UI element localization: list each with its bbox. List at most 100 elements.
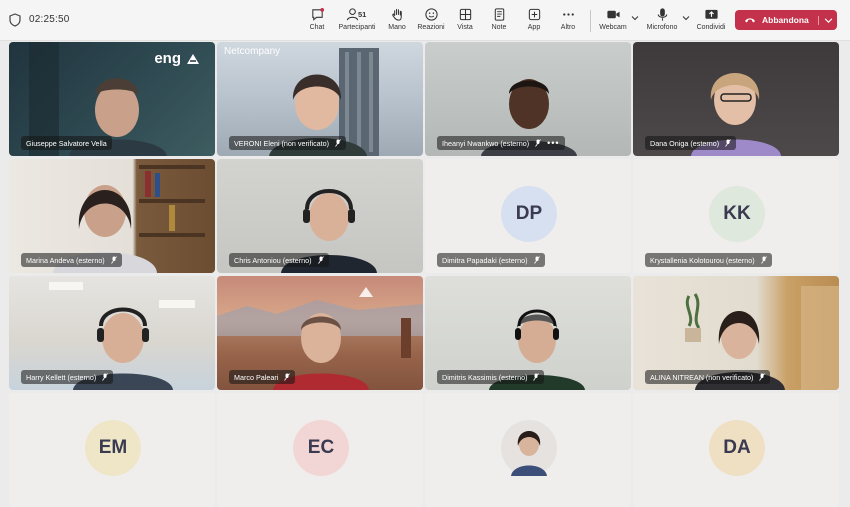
meeting-toolbar: 02:25:50 Chat 51 Partecipanti Mano Reazi… xyxy=(0,0,850,41)
apps-button[interactable]: App xyxy=(524,7,544,35)
participant-video-tile[interactable]: Iheanyi Nwankwo (esterno) ••• xyxy=(425,42,631,156)
participant-avatar-tile[interactable]: KK Krystallenia Kolotourou (esterno) xyxy=(633,159,839,273)
participant-name-tag: Chris Antoniou (esterno) xyxy=(229,253,329,267)
leave-button[interactable]: Abbandona xyxy=(735,10,837,30)
participant-name: Dimitra Papadaki (esterno) xyxy=(442,255,528,265)
participant-name: Giuseppe Salvatore Vella xyxy=(26,138,107,148)
initials-avatar: EM xyxy=(85,420,141,476)
participant-count: 51 xyxy=(358,10,367,19)
participant-name: Harry Kellett (esterno) xyxy=(26,372,97,382)
participants-button[interactable]: 51 Partecipanti xyxy=(336,7,378,35)
hand-icon xyxy=(391,8,402,21)
participant-avatar-tile[interactable]: DP Dimitra Papadaki (esterno) xyxy=(425,159,631,273)
participant-video-tile[interactable]: Dana Oniga (esterno) xyxy=(633,42,839,156)
shield-icon[interactable] xyxy=(9,13,21,27)
apps-label: App xyxy=(527,24,541,31)
chat-label: Chat xyxy=(309,24,325,31)
webcam-button[interactable]: Webcam xyxy=(598,7,628,35)
microphone-icon xyxy=(657,8,667,21)
participant-avatar-tile[interactable]: EC xyxy=(217,393,423,507)
view-button[interactable]: Vista xyxy=(455,7,475,35)
webcam-label: Webcam xyxy=(599,24,627,31)
mic-muted-icon xyxy=(533,373,540,381)
microphone-button[interactable]: Microfono xyxy=(644,7,680,35)
chat-icon xyxy=(311,7,324,21)
raise-hand-button[interactable]: Mano xyxy=(386,7,408,35)
mic-muted-icon xyxy=(102,373,109,381)
participant-name-tag: Harry Kellett (esterno) xyxy=(21,370,114,384)
camera-icon xyxy=(606,10,620,19)
participant-video-tile[interactable]: Marina Andeva (esterno) xyxy=(9,159,215,273)
participant-video-tile[interactable]: Harry Kellett (esterno) xyxy=(9,276,215,390)
smiley-icon xyxy=(424,8,438,21)
mic-muted-icon xyxy=(760,256,767,264)
call-timer: 02:25:50 xyxy=(29,14,70,25)
ellipsis-icon xyxy=(562,13,574,16)
mic-muted-icon xyxy=(317,256,324,264)
initials-avatar: DP xyxy=(501,186,557,242)
mic-muted-icon xyxy=(725,139,731,147)
notes-button[interactable]: Note xyxy=(489,7,509,35)
participant-name: VERONI Eleni (non verificato) xyxy=(234,138,330,148)
leave-options-chevron-icon[interactable] xyxy=(818,16,833,25)
participant-name-tag: Marina Andeva (esterno) xyxy=(21,253,122,267)
microphone-label: Microfono xyxy=(646,24,678,31)
phone-hangup-icon xyxy=(745,18,755,23)
participant-name-tag: ALINA NITREAN (non verificato) xyxy=(645,370,771,384)
participant-name: Marco Paleari xyxy=(234,372,279,382)
company-logo: eng xyxy=(154,50,181,67)
participant-name: ALINA NITREAN (non verificato) xyxy=(650,372,754,382)
participant-name: Dana Oniga (esterno) xyxy=(650,138,720,148)
company-logo: Netcompany xyxy=(224,46,281,57)
raise-hand-label: Mano xyxy=(388,24,406,31)
participant-video-tile[interactable]: ALINA NITREAN (non verificato) xyxy=(633,276,839,390)
participant-avatar-tile[interactable]: EM xyxy=(9,393,215,507)
share-screen-icon xyxy=(704,9,718,19)
mic-muted-icon xyxy=(335,139,341,147)
toolbar-divider xyxy=(590,10,591,32)
add-app-icon xyxy=(528,8,540,21)
participant-name-tag: Dimitra Papadaki (esterno) xyxy=(437,253,545,267)
participant-video-tile[interactable]: Dimitris Kassimis (esterno) xyxy=(425,276,631,390)
participant-name: Marina Andeva (esterno) xyxy=(26,255,105,265)
participants-label: Partecipanti xyxy=(338,24,376,31)
participant-name-tag: Giuseppe Salvatore Vella xyxy=(21,136,112,150)
notes-label: Note xyxy=(491,24,507,31)
participant-video-tile[interactable]: Marco Paleari xyxy=(217,276,423,390)
participant-name-tag: Marco Paleari xyxy=(229,370,296,384)
share-label: Condividi xyxy=(696,24,726,31)
more-label: Altro xyxy=(560,24,576,31)
participant-avatar-tile[interactable] xyxy=(425,393,631,507)
initials-avatar: DA xyxy=(709,420,765,476)
participant-video-tile[interactable]: eng Giuseppe Salvatore Vella xyxy=(9,42,215,156)
initials-avatar: EC xyxy=(293,420,349,476)
mic-muted-icon xyxy=(535,139,541,147)
mic-muted-icon xyxy=(110,256,117,264)
grid-view-icon xyxy=(459,8,471,21)
participant-name: Krystallenia Kolotourou (esterno) xyxy=(650,255,755,265)
mic-options-chevron-icon[interactable] xyxy=(682,14,690,22)
more-options-icon[interactable]: ••• xyxy=(547,138,559,148)
participant-avatar-tile[interactable]: DA xyxy=(633,393,839,507)
share-button[interactable]: Condividi xyxy=(695,7,727,35)
mic-muted-icon xyxy=(284,373,291,381)
participant-name: Chris Antoniou (esterno) xyxy=(234,255,312,265)
webcam-options-chevron-icon[interactable] xyxy=(631,14,639,22)
reactions-label: Reazioni xyxy=(417,24,445,31)
chat-button[interactable]: Chat xyxy=(306,7,328,35)
participant-video-tile[interactable]: Netcompany VERONI Eleni (non verificato) xyxy=(217,42,423,156)
more-button[interactable]: Altro xyxy=(558,7,578,35)
profile-photo-avatar xyxy=(501,420,557,476)
notes-icon xyxy=(494,8,504,21)
participant-name: Dimitris Kassimis (esterno) xyxy=(442,372,528,382)
participant-name-tag: VERONI Eleni (non verificato) xyxy=(229,136,347,150)
mic-muted-icon xyxy=(759,373,766,381)
eng-logo-icon xyxy=(359,287,373,297)
initials-avatar: KK xyxy=(709,186,765,242)
participant-name-tag: Krystallenia Kolotourou (esterno) xyxy=(645,253,772,267)
participant-name: Iheanyi Nwankwo (esterno) xyxy=(442,138,530,148)
reactions-button[interactable]: Reazioni xyxy=(416,7,446,35)
leave-label: Abbandona xyxy=(762,15,809,25)
eng-logo-icon xyxy=(187,54,199,64)
participant-video-tile[interactable]: Chris Antoniou (esterno) xyxy=(217,159,423,273)
